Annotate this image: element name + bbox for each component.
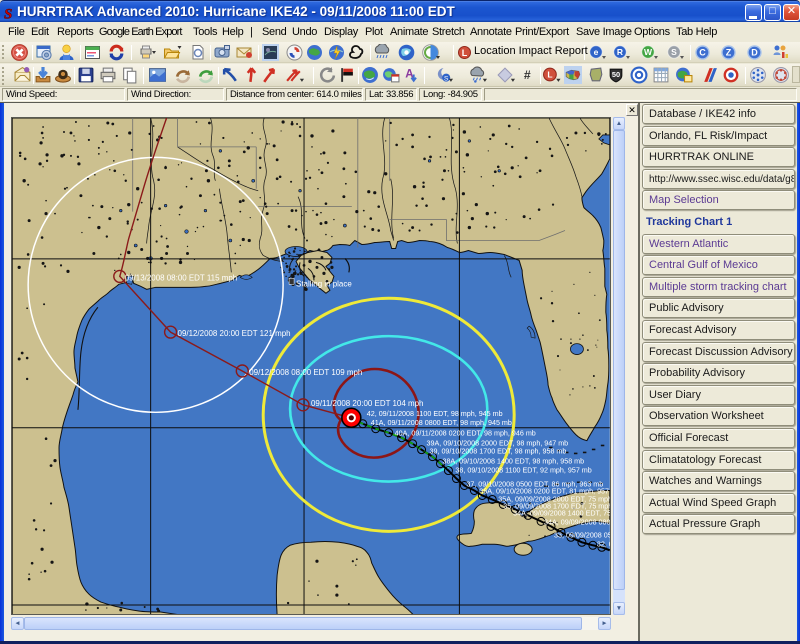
svg-text:42, 09/11/2008 1100 EDT, 98 mp: 42, 09/11/2008 1100 EDT, 98 mph, 945 mb bbox=[367, 410, 503, 418]
svg-text:41A, 09/11/2008 0800 EDT, 98 m: 41A, 09/11/2008 0800 EDT, 98 mph, 945 mb bbox=[371, 419, 512, 427]
svg-text:38, 09/10/2008 1100 EDT, 92 mp: 38, 09/10/2008 1100 EDT, 92 mph, 957 mb bbox=[455, 467, 591, 475]
svg-text:S: S bbox=[4, 7, 12, 23]
svg-text:32, 0: 32, 0 bbox=[597, 540, 611, 548]
svg-text:R: R bbox=[617, 47, 623, 57]
svg-text:36A, 09/10/2008 0200 EDT, 81 m: 36A, 09/10/2008 0200 EDT, 81 mph, 957 mb bbox=[479, 487, 611, 495]
svg-text:39A, 09/10/2008 2000 EDT, 98 m: 39A, 09/10/2008 2000 EDT, 98 mph, 947 mb bbox=[427, 440, 569, 448]
svg-text:33, 09/09/2008 050: 33, 09/09/2008 050 bbox=[554, 531, 611, 539]
svg-text:09/11/2008 20:00 EDT 104 mph: 09/11/2008 20:00 EDT 104 mph bbox=[311, 399, 423, 408]
svg-text:09/12/2008 20:00 EDT 121 mph: 09/12/2008 20:00 EDT 121 mph bbox=[178, 329, 291, 338]
svg-text:40A, 09/11/2008 0200 EDT, 98 m: 40A, 09/11/2008 0200 EDT, 98 mph, 946 mb bbox=[395, 430, 536, 438]
svg-text:Stalling in place: Stalling in place bbox=[296, 279, 352, 288]
svg-text:09/13/2008 08:00 EDT 115 mph: 09/13/2008 08:00 EDT 115 mph bbox=[125, 273, 237, 282]
svg-text:39, 09/10/2008 1700 EDT, 98 mp: 39, 09/10/2008 1700 EDT, 98 mph, 958 mb bbox=[430, 448, 567, 456]
svg-text:09/12/2008 08:00 EDT 109 mph: 09/12/2008 08:00 EDT 109 mph bbox=[249, 368, 362, 377]
svg-text:38A, 09/10/2008 1400 EDT, 98 m: 38A, 09/10/2008 1400 EDT, 98 mph, 958 mb bbox=[442, 458, 584, 466]
svg-text:50: 50 bbox=[612, 70, 620, 79]
svg-text:e: e bbox=[594, 47, 599, 57]
svg-text:34A, 09/09/2008 0800 0: 34A, 09/09/2008 0800 0 bbox=[544, 518, 611, 526]
svg-text:#: # bbox=[524, 68, 531, 82]
svg-text:S: S bbox=[444, 75, 448, 82]
svg-text:L: L bbox=[547, 70, 552, 80]
svg-text:34A, 09/09/2008 1400 EDT, 75 m: 34A, 09/09/2008 1400 EDT, 75 m bbox=[513, 509, 611, 517]
